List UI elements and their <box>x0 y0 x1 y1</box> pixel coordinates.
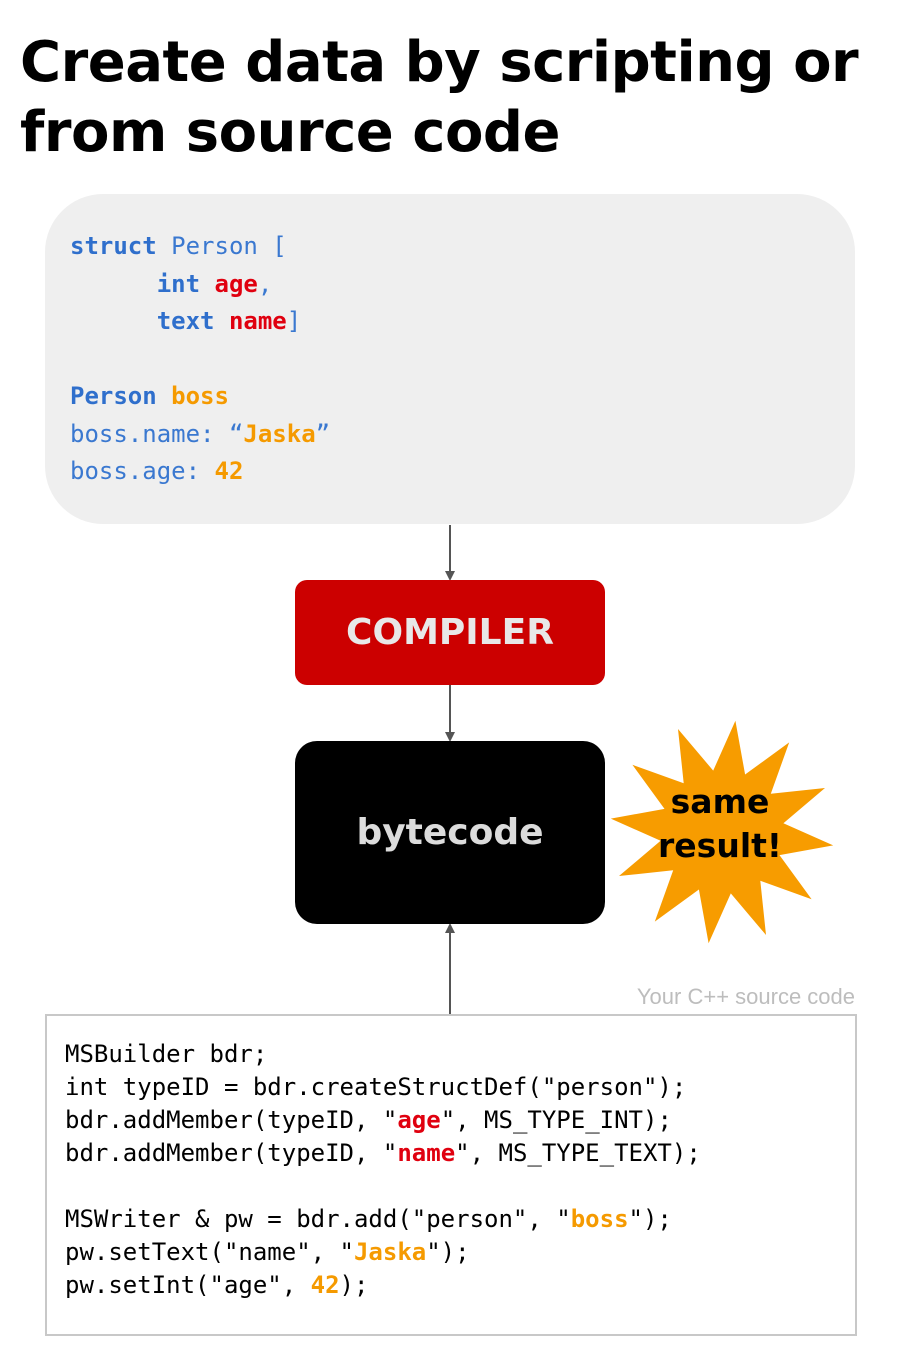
field-name: age <box>397 1106 441 1134</box>
code-text: "); <box>426 1238 470 1266</box>
code-text: pw.setText("name", " <box>65 1238 354 1266</box>
code-text: pw.setInt("age", <box>65 1271 311 1299</box>
source-caption: Your C++ source code <box>636 984 855 1009</box>
code-text: "); <box>628 1205 672 1233</box>
code-line: MSBuilder bdr; <box>65 1040 268 1068</box>
source-code: MSBuilder bdr; int typeID = bdr.createSt… <box>65 1038 701 1302</box>
burst-line-1: same <box>670 782 770 821</box>
code-text: ); <box>339 1271 369 1299</box>
compiler-box: COMPILER <box>295 580 605 685</box>
variable-name: boss <box>570 1205 629 1233</box>
code-text: ", MS_TYPE_INT); <box>440 1106 672 1134</box>
code-text: MSWriter & pw = bdr.add("person", " <box>65 1205 571 1233</box>
code-text: bdr.addMember(typeID, " <box>65 1106 398 1134</box>
source-code-panel: MSBuilder bdr; int typeID = bdr.createSt… <box>45 1014 857 1336</box>
same-result-label: same result! <box>640 780 800 868</box>
field-name: name <box>397 1139 456 1167</box>
code-text: ", MS_TYPE_TEXT); <box>455 1139 701 1167</box>
code-line: int typeID = bdr.createStructDef("person… <box>65 1073 687 1101</box>
code-text: bdr.addMember(typeID, " <box>65 1139 398 1167</box>
bytecode-box: bytecode <box>295 741 605 924</box>
value-literal: Jaska <box>353 1238 427 1266</box>
burst-line-2: result! <box>658 826 782 865</box>
value-literal: 42 <box>310 1271 340 1299</box>
